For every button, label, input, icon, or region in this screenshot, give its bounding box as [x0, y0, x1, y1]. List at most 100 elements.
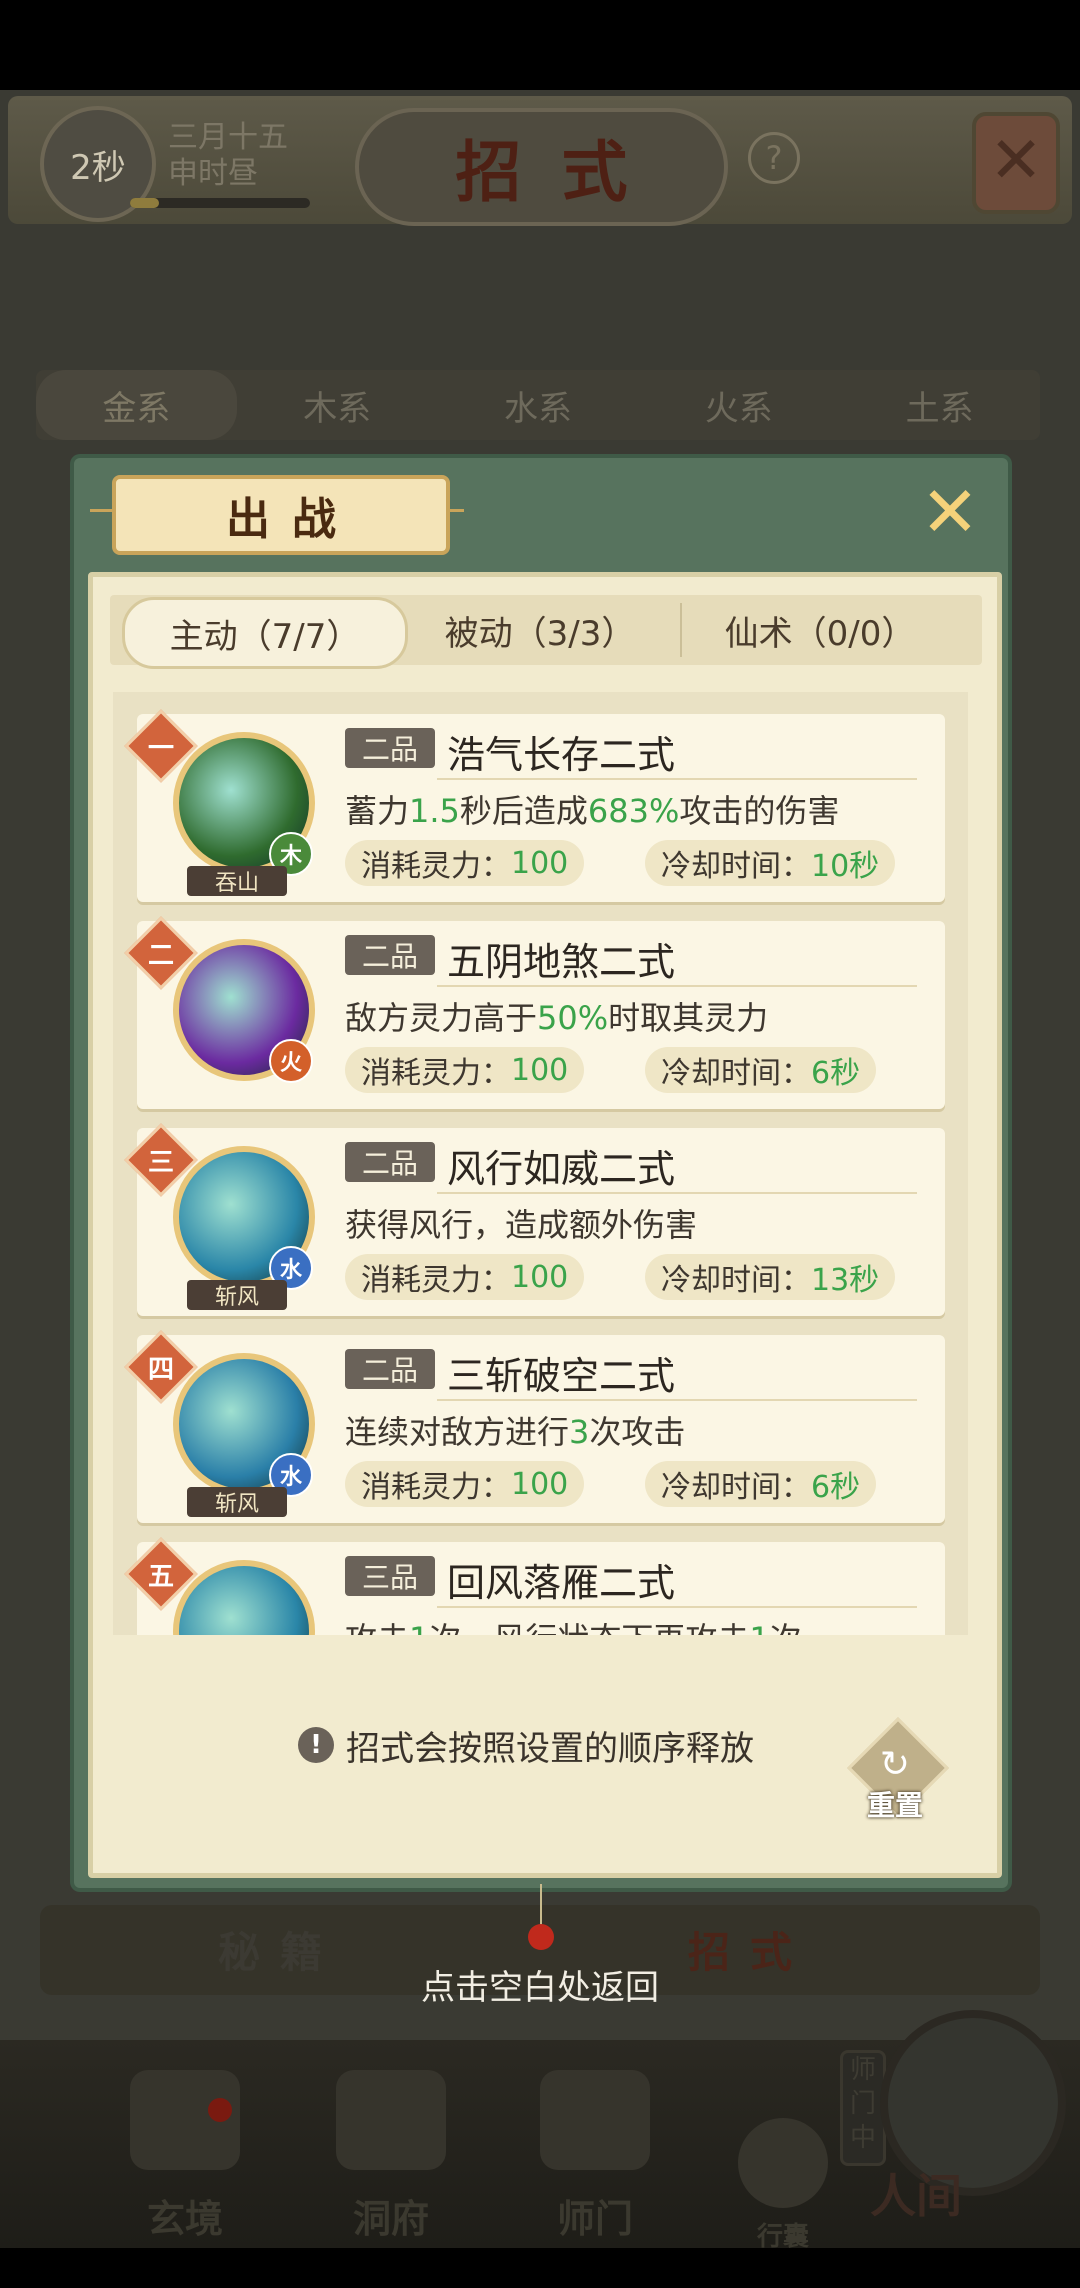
cooldown-label: 冷却时间： [661, 1263, 811, 1298]
cost-value: 100 [511, 1466, 569, 1502]
dialog-title: 出战 [226, 494, 358, 545]
cost-label: 消耗灵力： [361, 1470, 511, 1505]
tab-wood[interactable]: 木系 [237, 370, 438, 440]
card-divider [437, 1399, 917, 1401]
cooldown: 冷却时间： 13秒 [645, 1254, 896, 1300]
skill-name: 三斩破空二式 [447, 1354, 676, 1398]
sect-label: 斩风 [187, 1487, 287, 1517]
cost-value: 100 [511, 1052, 569, 1088]
cooldown-value: 13秒 [811, 1263, 880, 1298]
skill-card[interactable]: 三水斩风 二品 风行如威二式 获得风行，造成额外伤害 消耗灵力： 100 冷却时间： 13秒 [124, 1123, 945, 1316]
progress-fill [130, 198, 159, 208]
cost-value: 100 [511, 845, 569, 881]
banner-icon [540, 2070, 650, 2170]
cooldown: 冷却时间： 10秒 [645, 840, 896, 886]
dock-label: 洞府 [352, 2196, 429, 2241]
skill-list[interactable]: 一木吞山 二品 浩气长存二式 蓄力1.5秒后造成683%攻击的伤害 消耗灵力： 100 冷却… [113, 692, 968, 1635]
cooldown-value: 6秒 [811, 1056, 861, 1091]
dock-label: 师门 [556, 2196, 633, 2241]
cooldown: 冷却时间： 6秒 [645, 1461, 877, 1507]
dock-dongfu[interactable]: 洞府 [316, 2070, 466, 2241]
order-number: 四 [147, 1354, 174, 1385]
skill-name: 风行如威二式 [447, 1147, 676, 1191]
bag-icon [738, 2118, 828, 2208]
time-progress-bar [130, 198, 310, 208]
tab-metal[interactable]: 金系 [36, 370, 237, 440]
desc-text: 攻击 [345, 1620, 409, 1635]
desc-value: 3 [569, 1413, 590, 1451]
tab-earth[interactable]: 土系 [839, 370, 1040, 440]
skill-card[interactable]: 一木吞山 二品 浩气长存二式 蓄力1.5秒后造成683%攻击的伤害 消耗灵力： 100 冷却… [124, 709, 945, 902]
desc-text: 连续对敌方进行 [345, 1413, 570, 1451]
mana-cost: 消耗灵力： 100 [345, 840, 585, 886]
tab-active-skills[interactable]: 主动（7/7） [122, 597, 408, 669]
rank-badge: 三品 [345, 1556, 435, 1596]
dialog-title-plate: 出战 [112, 475, 450, 555]
dock-renjian-label[interactable]: 人间 [870, 2160, 962, 2226]
skill-description: 攻击1次，风行状态下再攻击1次 [345, 1614, 802, 1635]
mana-cost: 消耗灵力： 100 [345, 1254, 585, 1300]
pin-string [540, 1884, 542, 1926]
order-number: 二 [147, 940, 174, 971]
tab-fire[interactable]: 火系 [638, 370, 839, 440]
close-icon[interactable]: ✕ [918, 477, 982, 547]
mana-cost: 消耗灵力： 100 [345, 1047, 585, 1093]
desc-text: 次，风行状态下再攻击 [429, 1620, 749, 1635]
tap-blank-to-return-hint: 点击空白处返回 [421, 1968, 659, 2008]
cooldown-label: 冷却时间： [661, 1470, 811, 1505]
order-number: 三 [147, 1147, 174, 1178]
cooldown-value: 10秒 [811, 849, 880, 884]
reset-button[interactable]: ↻ 重置 [847, 1717, 949, 1822]
element-badge: 火 [269, 1039, 313, 1083]
cooldown-label: 冷却时间： [661, 1056, 811, 1091]
rank-badge: 二品 [345, 1142, 435, 1182]
rank-badge: 二品 [345, 935, 435, 975]
order-number: 五 [147, 1561, 174, 1592]
cooldown-label: 冷却时间： [661, 849, 811, 884]
desc-text: 蓄力 [345, 792, 410, 830]
card-divider [437, 985, 917, 987]
desc-text: 敌方灵力高于 [345, 999, 538, 1037]
skill-name: 浩气长存二式 [447, 733, 676, 777]
red-pin-icon [528, 1924, 554, 1950]
tab-water[interactable]: 水系 [438, 370, 639, 440]
close-page-button[interactable]: ✕ [972, 112, 1060, 214]
sect-status-tag: 师门中 [840, 2050, 886, 2166]
sect-label: 吞山 [187, 866, 287, 896]
page-title-plate: 招式 [355, 108, 728, 226]
skill-description: 连续对敌方进行3次攻击 [345, 1407, 685, 1453]
tab-immortal-arts[interactable]: 仙术（0/0） [680, 597, 960, 663]
dock-xingnang[interactable]: 行囊 [708, 2118, 858, 2288]
skill-card[interactable]: 四水斩风 二品 三斩破空二式 连续对敌方进行3次攻击 消耗灵力： 100 冷却时间： 6秒 [124, 1330, 945, 1523]
cooldown-value: 6秒 [811, 1470, 861, 1505]
desc-text: 攻击的伤害 [679, 792, 840, 830]
cost-label: 消耗灵力： [361, 1263, 511, 1298]
order-number: 一 [147, 733, 174, 764]
tab-passive-skills[interactable]: 被动（3/3） [400, 597, 680, 663]
cooldown: 冷却时间： 6秒 [645, 1047, 877, 1093]
skill-name: 回风落雁二式 [447, 1561, 676, 1605]
rank-badge: 二品 [345, 728, 435, 768]
dock-shimen[interactable]: 师门 [520, 2070, 670, 2241]
card-divider [437, 1606, 917, 1608]
cost-label: 消耗灵力： [361, 849, 511, 884]
skill-card[interactable]: 五三品回风落雁二式攻击1次，风行状态下再攻击1次 [124, 1537, 945, 1635]
skill-description: 蓄力1.5秒后造成683%攻击的伤害 [345, 786, 839, 832]
plate-ornament [90, 509, 114, 512]
skill-card[interactable]: 二火 二品 五阴地煞二式 敌方灵力高于50%时取其灵力 消耗灵力： 100 冷却时间： 6秒 [124, 916, 945, 1109]
cost-value: 100 [511, 1259, 569, 1295]
notification-dot [208, 2098, 232, 2122]
help-icon[interactable]: ? [748, 132, 800, 184]
cost-label: 消耗灵力： [361, 1056, 511, 1091]
dock-xuanjing[interactable]: 玄境 [110, 2070, 260, 2241]
reset-label: 重置 [866, 1789, 923, 1822]
dock-label: 行囊 [756, 2222, 809, 2252]
time-text: 申时昼 [168, 156, 258, 191]
mana-cost: 消耗灵力： 100 [345, 1461, 585, 1507]
dock-label: 玄境 [146, 2196, 223, 2241]
skill-description: 获得风行，造成额外伤害 [345, 1200, 697, 1246]
page-title: 招式 [455, 133, 668, 211]
skill-description: 敌方灵力高于50%时取其灵力 [345, 993, 768, 1039]
desc-text: 次 [770, 1620, 802, 1635]
desc-value: 1 [409, 1620, 429, 1635]
